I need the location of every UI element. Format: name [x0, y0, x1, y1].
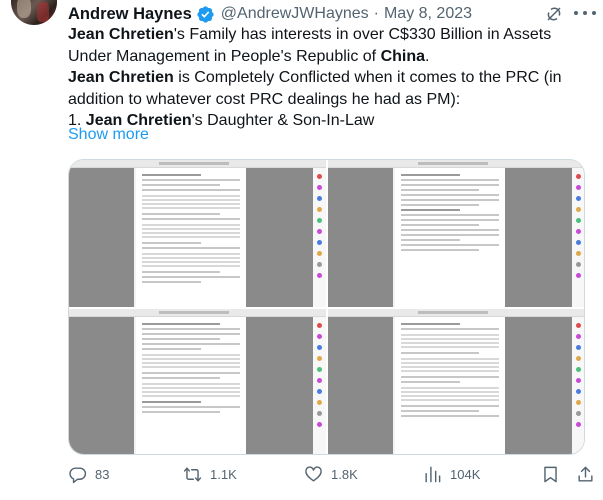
like-button[interactable]: 1.8K	[304, 465, 358, 484]
media-image-1[interactable]	[69, 160, 326, 307]
repost-count: 1.1K	[210, 467, 237, 482]
text-span: .	[425, 47, 430, 65]
avatar[interactable]	[11, 0, 57, 25]
tweet-header: Andrew Haynes @AndrewJWHaynes · May 8, 2…	[68, 3, 472, 25]
verified-badge-icon	[197, 5, 214, 23]
tweet-date[interactable]: May 8, 2023	[384, 5, 472, 23]
more-icon[interactable]	[574, 3, 596, 23]
grok-icon[interactable]	[545, 5, 563, 23]
reply-icon	[69, 467, 87, 484]
like-count: 1.8K	[331, 467, 358, 482]
separator-dot: ·	[373, 5, 379, 22]
tweet-paragraph-2: Jean Chretien is Completely Conflicted w…	[68, 67, 593, 110]
show-more-link[interactable]: Show more	[68, 126, 149, 144]
bold-text: Jean Chretien	[68, 69, 174, 86]
author-handle[interactable]: @AndrewJWHaynes	[221, 5, 369, 23]
views-button[interactable]: 104K	[423, 465, 480, 484]
tweet-text: Jean Chretien's Family has interests in …	[68, 24, 593, 132]
repost-button[interactable]: 1.1K	[183, 465, 237, 484]
media-image-4[interactable]	[328, 309, 584, 454]
action-bar: 83 1.1K 1.8K 104K	[68, 465, 593, 489]
media-grid	[68, 159, 585, 455]
like-icon	[305, 466, 322, 482]
reply-count: 83	[95, 467, 110, 482]
tweet-paragraph-1: Jean Chretien's Family has interests in …	[68, 24, 593, 67]
text-span: 's Daughter & Son-In-Law	[191, 112, 375, 129]
views-icon	[425, 466, 441, 483]
reply-button[interactable]: 83	[68, 465, 109, 484]
bookmark-icon[interactable]	[541, 465, 560, 484]
bold-text: Jean Chretien	[68, 26, 174, 43]
views-count: 104K	[450, 467, 481, 482]
retweet-icon	[183, 467, 202, 482]
media-image-2[interactable]	[328, 160, 584, 307]
media-image-3[interactable]	[69, 309, 326, 454]
share-icon[interactable]	[576, 465, 595, 484]
author-name[interactable]: Andrew Haynes	[68, 5, 192, 24]
bold-text: China	[380, 47, 426, 65]
